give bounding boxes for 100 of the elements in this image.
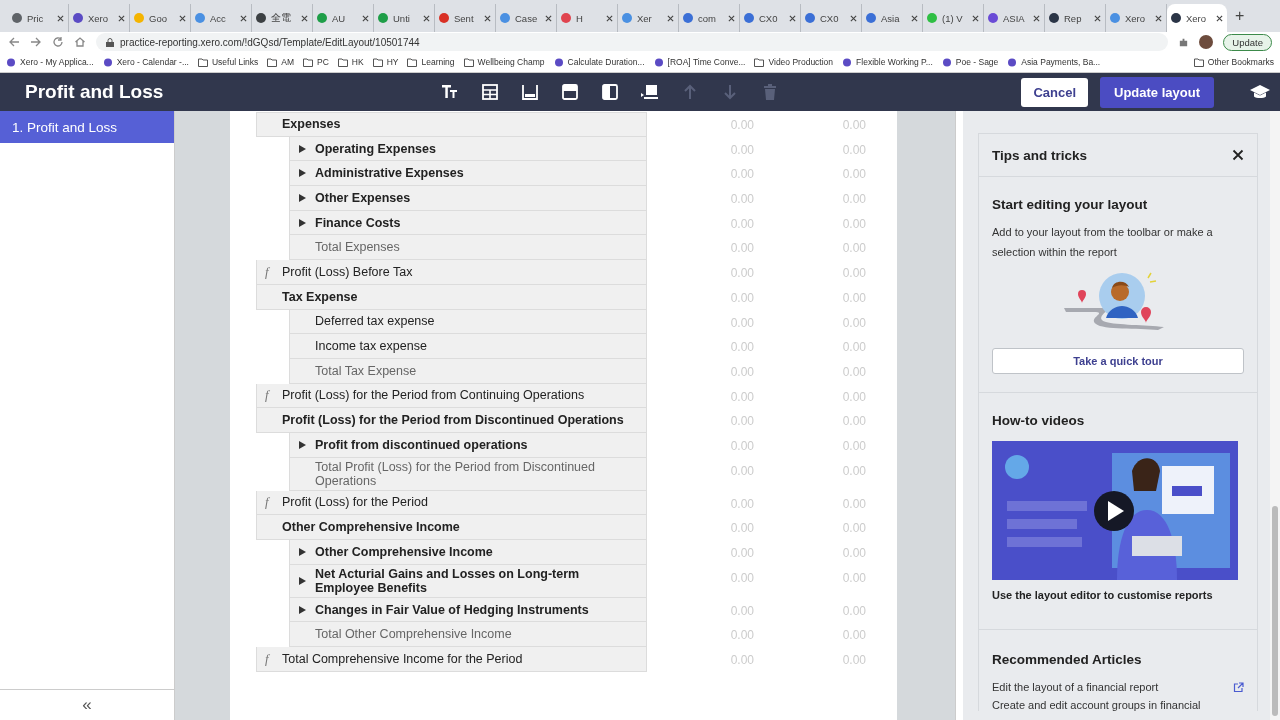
close-tab-icon[interactable] [1033,14,1040,22]
close-tab-icon[interactable] [728,14,735,22]
site-icon [553,57,564,67]
reload-icon[interactable] [52,36,64,48]
home-icon[interactable] [74,36,86,48]
browser-tab[interactable]: Xero [1167,4,1227,32]
close-tab-icon[interactable] [545,14,552,22]
close-button[interactable] [1232,149,1244,161]
update-button[interactable]: Update [1223,33,1272,51]
report-row[interactable]: Expenses [256,112,647,137]
report-row[interactable]: Other Comprehensive Income [289,540,647,565]
formula-icon: f [265,387,269,404]
bookmark[interactable]: Xero - My Applica... [6,57,94,67]
video-caption[interactable]: Use the layout editor to customise reports [992,589,1244,601]
bookmark[interactable]: Video Production [754,57,834,67]
close-tab-icon[interactable] [1094,14,1101,22]
bookmark[interactable]: Other Bookmarks [1193,57,1274,67]
report-row[interactable]: Income tax expense [289,334,647,359]
report-row[interactable]: Deferred tax expense [289,309,647,335]
external-link-icon[interactable] [1233,681,1244,693]
cancel-button[interactable]: Cancel [1021,77,1089,107]
section-heading: Recommended Articles [992,652,1143,667]
report-row[interactable]: f Profit (Loss) Before Tax [256,260,647,285]
close-tab-icon[interactable] [301,14,308,22]
new-tab-button[interactable]: + [1235,7,1245,25]
close-tab-icon[interactable] [240,14,247,22]
close-tab-icon[interactable] [789,14,796,22]
bookmark[interactable]: Asia Payments, Ba... [1007,57,1101,67]
expand-icon[interactable] [299,144,306,153]
report-row[interactable]: f Profit (Loss) for the Period [256,490,647,516]
close-tab-icon[interactable] [972,14,979,22]
report-row[interactable]: Total Expenses [289,235,647,261]
close-tab-icon[interactable] [484,14,491,22]
report-row[interactable]: Profit from discontinued operations [289,432,647,458]
forward-icon[interactable] [30,36,42,48]
report-row[interactable]: Finance Costs [289,210,647,236]
close-tab-icon[interactable] [57,14,64,22]
expand-icon[interactable] [299,605,306,614]
graduation-cap-icon[interactable] [1250,84,1270,100]
close-tab-icon[interactable] [179,14,186,22]
close-tab-icon[interactable] [911,14,918,22]
close-tab-icon[interactable] [423,14,430,22]
folder-icon [754,57,765,67]
report-row[interactable]: Other Comprehensive Income [256,515,647,540]
report-row[interactable]: Changes in Fair Value of Hedging Instruments [289,597,647,623]
close-tab-icon[interactable] [118,14,125,22]
bookmark[interactable]: Useful Links [198,57,259,67]
puzzle-icon[interactable] [1178,36,1190,48]
report-row[interactable]: Total Profit (Loss) for the Period from Discontinued Operations [289,457,647,491]
section-heading: Start editing your layout [992,197,1149,212]
bookmark[interactable]: Calculate Duration... [553,57,645,67]
expand-icon[interactable] [299,218,306,227]
expand-icon[interactable] [299,193,306,202]
bookmark[interactable]: Poe - Sage [941,57,999,67]
close-tab-icon[interactable] [606,14,613,22]
insert-row-icon[interactable] [640,82,660,102]
close-tab-icon[interactable] [1216,14,1223,22]
footer-row-icon[interactable] [520,82,540,102]
bookmark[interactable]: Flexible Working P... [842,57,933,67]
expand-icon[interactable] [299,547,306,556]
back-icon[interactable] [8,36,20,48]
scrollbar-thumb[interactable] [1272,506,1278,716]
panel-title: Tips and tricks [992,147,1088,163]
sidebar-item[interactable]: 1. Profit and Loss [0,111,174,143]
report-row[interactable]: Administrative Expenses [289,161,647,187]
bookmark[interactable]: Xero - Calendar -... [102,57,189,67]
report-row[interactable]: Profit (Loss) for the Period from Discontinued Operations [256,408,647,433]
bookmark[interactable]: Wellbeing Champ [463,57,545,67]
address-field[interactable]: practice-reporting.xero.com/!dGQsd/Template/EditLayout/10501744 [96,33,1169,51]
update-layout-button[interactable]: Update layout [1100,76,1214,108]
bookmark[interactable]: [ROA] Time Conve... [653,57,746,67]
report-row[interactable]: Operating Expenses [289,136,647,162]
expand-icon[interactable] [299,576,306,585]
columns-icon[interactable] [600,82,620,102]
site-icon [842,57,853,67]
header-row-icon[interactable] [560,82,580,102]
bookmark[interactable]: AM [267,57,295,67]
site-icon [653,57,664,67]
expand-icon[interactable] [299,169,306,178]
avatar[interactable] [1199,35,1214,49]
article-link[interactable]: Create and edit account groups in financial [992,699,1201,711]
quick-tour-button[interactable]: Take a quick tour [992,348,1244,374]
report-row[interactable]: Tax Expense [256,284,647,310]
report-row[interactable]: f Total Comprehensive Income for the Period [256,647,647,672]
article-link[interactable]: Edit the layout of a financial report [992,681,1159,693]
report-row[interactable]: f Profit (Loss) for the Period from Continuing Operations [256,383,647,409]
report-row[interactable]: Total Other Comprehensive Income [289,622,647,648]
close-tab-icon[interactable] [1155,14,1162,22]
close-tab-icon[interactable] [850,14,857,22]
report-row[interactable]: Net Acturial Gains and Losses on Long-term Employee Benefits [289,564,647,598]
report-row[interactable]: Other Expenses [289,186,647,211]
bookmark[interactable]: PC [303,57,329,67]
report-row[interactable]: Total Tax Expense [289,358,647,384]
close-tab-icon[interactable] [667,14,674,22]
bookmark[interactable]: HY [372,57,399,67]
bookmark[interactable]: Learning [407,57,455,67]
bookmark[interactable]: HK [337,57,364,67]
table-icon[interactable] [480,82,500,102]
expand-icon[interactable] [299,440,306,449]
close-tab-icon[interactable] [362,14,369,22]
